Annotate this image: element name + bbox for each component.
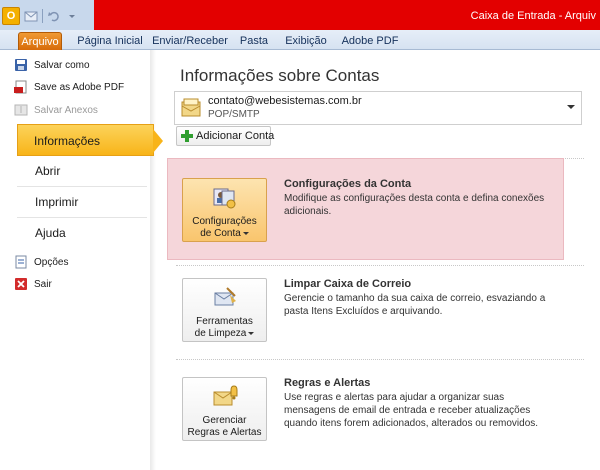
exit-icon <box>14 277 28 291</box>
cleanup-tools-icon <box>212 285 238 311</box>
tab-exibicao[interactable]: Exibição <box>282 32 330 50</box>
options-icon <box>14 255 28 269</box>
nav-tab-informacoes-label: Informações <box>34 134 101 148</box>
nav-divider <box>17 186 147 187</box>
add-icon <box>181 130 193 142</box>
save-attachments-label: Salvar Anexos <box>34 104 98 116</box>
cleanup-tools-button-label: Ferramentas de Limpeza <box>183 316 266 340</box>
nav-tab-ajuda[interactable]: Ajuda <box>35 226 66 240</box>
tab-pasta[interactable]: Pasta <box>234 32 274 50</box>
outlook-app-icon[interactable]: O <box>2 7 20 25</box>
save-as-pdf-label: Save as Adobe PDF <box>34 81 125 93</box>
cleanup-description: Gerencie o tamanho da sua caixa de corre… <box>284 293 546 317</box>
nav-tab-informacoes[interactable]: Informações <box>17 124 163 156</box>
tab-adobe-pdf[interactable]: Adobe PDF <box>338 32 402 50</box>
dropdown-caret-icon <box>242 231 249 235</box>
add-account-label: Adicionar Conta <box>196 130 275 142</box>
rules-alerts-button-line2: Regras e Alertas <box>187 427 262 438</box>
chevron-down-icon[interactable] <box>567 105 575 109</box>
quick-access-toolbar: O <box>2 6 79 26</box>
nav-tab-imprimir[interactable]: Imprimir <box>35 195 78 209</box>
save-icon <box>14 58 28 72</box>
dropdown-caret-icon <box>248 331 255 335</box>
window-title: Caixa de Entrada - Arquiv <box>470 10 596 22</box>
ribbon-tab-bar: Arquivo Página Inicial Enviar/Receber Pa… <box>0 30 600 50</box>
cleanup-title: Limpar Caixa de Correio <box>284 278 412 290</box>
title-bar-caption-area: Caixa de Entrada - Arquiv <box>94 0 600 30</box>
undo-icon[interactable] <box>47 9 61 23</box>
add-account-button[interactable]: Adicionar Conta <box>176 126 275 146</box>
save-as-command[interactable]: Salvar como <box>15 56 90 74</box>
save-as-label: Salvar como <box>34 59 90 71</box>
account-selector[interactable]: contato@webesistemas.com.br POP/SMTP <box>174 91 582 125</box>
attachment-icon <box>14 103 28 117</box>
cleanup-tools-button-line1: Ferramentas <box>196 316 253 327</box>
account-settings-description: Modifique as configurações desta conta e… <box>284 193 545 217</box>
exit-command[interactable]: Sair <box>15 275 52 293</box>
tab-enviar-receber[interactable]: Enviar/Receber <box>152 32 228 50</box>
nav-divider <box>17 217 147 218</box>
qat-separator <box>42 9 43 23</box>
account-settings-button-line1: Configurações <box>192 216 257 227</box>
pdf-icon <box>14 80 28 94</box>
rules-alerts-button[interactable]: Gerenciar Regras e Alertas <box>182 377 267 441</box>
rules-alerts-button-label: Gerenciar Regras e Alertas <box>183 415 266 439</box>
exit-label: Sair <box>34 278 52 290</box>
send-receive-icon[interactable] <box>24 9 38 23</box>
rules-alerts-title: Regras e Alertas <box>284 377 371 389</box>
save-attachments-command: Salvar Anexos <box>14 101 98 119</box>
nav-tab-abrir[interactable]: Abrir <box>35 164 60 178</box>
section-divider <box>176 265 584 266</box>
rules-alerts-icon <box>212 384 238 410</box>
account-settings-button[interactable]: Configurações de Conta <box>182 178 267 242</box>
tab-arquivo[interactable]: Arquivo <box>18 32 62 50</box>
account-email: contato@webesistemas.com.br <box>208 95 362 107</box>
save-as-pdf-command[interactable]: Save as Adobe PDF <box>14 78 125 96</box>
section-divider <box>176 359 584 360</box>
cleanup-tools-button[interactable]: Ferramentas de Limpeza <box>182 278 267 342</box>
page-title: Informações sobre Contas <box>180 66 380 85</box>
tab-pagina-inicial[interactable]: Página Inicial <box>72 32 148 50</box>
options-label: Opções <box>34 256 69 268</box>
rules-alerts-button-line1: Gerenciar <box>202 415 247 426</box>
options-command[interactable]: Opções <box>15 253 69 271</box>
rules-alerts-description: Use regras e alertas para ajudar a organ… <box>284 392 539 429</box>
mail-account-icon <box>181 98 203 118</box>
account-type: POP/SMTP <box>208 109 260 120</box>
nav-divider-shadow <box>150 50 156 470</box>
account-settings-button-label: Configurações de Conta <box>183 216 266 240</box>
customize-qat-icon[interactable] <box>65 9 79 23</box>
selected-tab-pointer <box>153 129 163 153</box>
account-settings-button-line2: de Conta <box>200 228 241 239</box>
account-settings-icon <box>212 185 238 211</box>
title-bar: Caixa de Entrada - Arquiv O <box>0 0 600 30</box>
account-settings-title: Configurações da Conta <box>284 178 412 190</box>
cleanup-tools-button-line2: de Limpeza <box>194 328 247 339</box>
